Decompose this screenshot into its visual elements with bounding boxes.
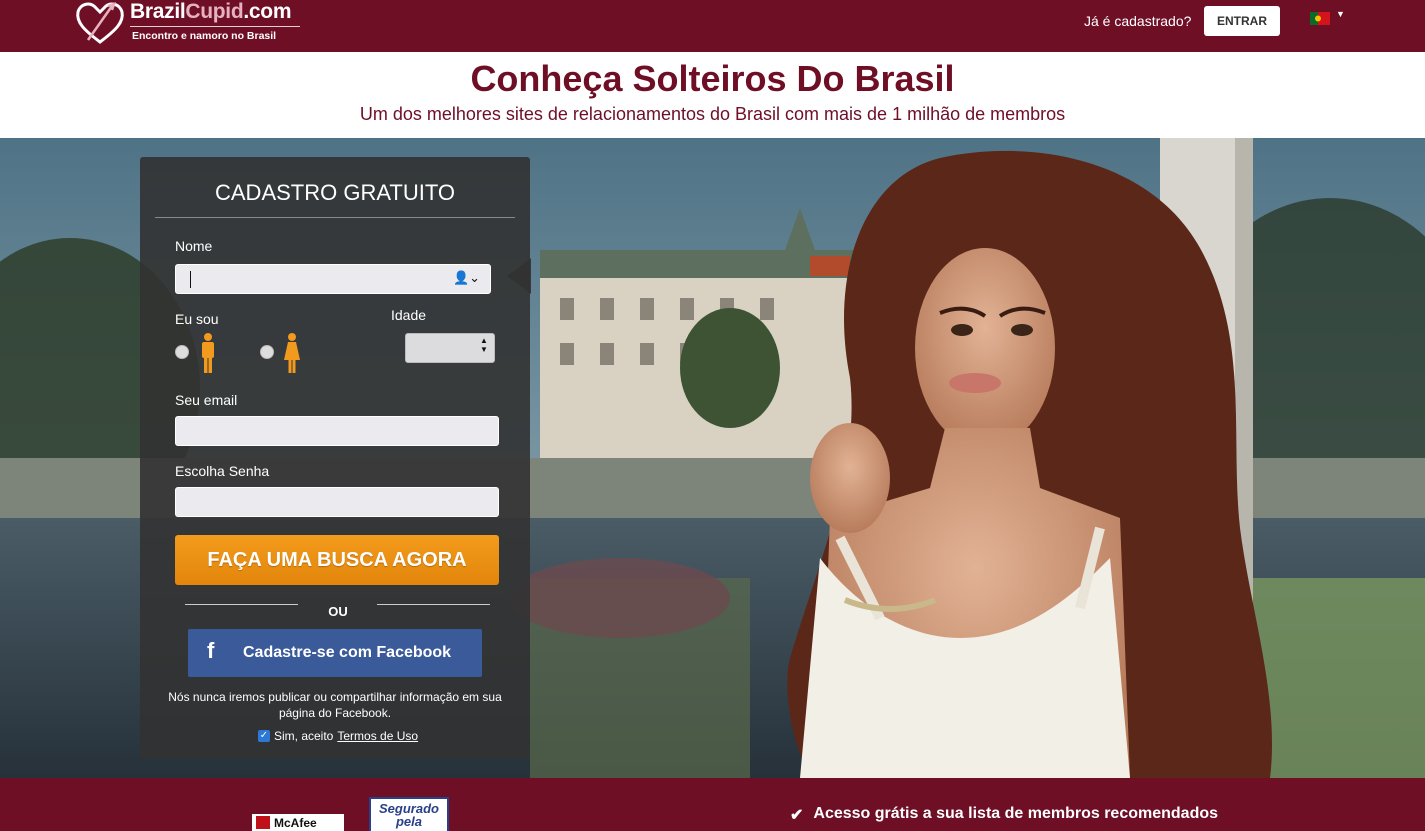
already-member-text: Já é cadastrado? — [1084, 13, 1192, 29]
facebook-signup-label[interactable]: Cadastre-se com Facebook — [243, 644, 451, 662]
gender-female-radio[interactable] — [260, 345, 274, 359]
logo-divider — [130, 26, 300, 27]
heart-logo-icon — [76, 2, 124, 44]
logo-tagline: Encontro e namoro no Brasil — [132, 30, 277, 42]
terms-link[interactable]: Termos de Uso — [337, 729, 418, 743]
facebook-privacy-notice: Nós nunca iremos publicar ou compartilha… — [168, 690, 502, 720]
login-button[interactable]: ENTRAR — [1204, 6, 1280, 36]
mcafee-label: McAfee — [274, 815, 317, 830]
select-arrows-icon: ▲ ▼ — [480, 336, 488, 354]
password-input[interactable] — [175, 487, 499, 517]
terms-prefix: Sim, aceito — [274, 729, 334, 743]
female-icon[interactable] — [284, 333, 300, 373]
site-logo[interactable]: BrazilCupid.com Encontro e namoro no Bra… — [74, 0, 304, 46]
or-divider-right — [377, 604, 490, 605]
or-label: OU — [328, 604, 348, 619]
page-subheadline: Um dos melhores sites de relacionamentos… — [359, 104, 1066, 124]
security-seal[interactable]: Segurado pela — [369, 797, 449, 831]
logo-wordmark: BrazilCupid.com — [130, 0, 292, 23]
checkmark-icon: ✔ — [790, 807, 804, 824]
search-now-button[interactable]: FAÇA UMA BUSCA AGORA — [175, 535, 499, 585]
name-label: Nome — [175, 238, 213, 254]
portugal-flag-icon[interactable] — [1310, 12, 1330, 25]
headline-band: Conheça Solteiros Do Brasil Um dos melho… — [0, 52, 1425, 138]
male-icon[interactable] — [200, 333, 216, 373]
email-input[interactable] — [175, 416, 499, 446]
name-input[interactable] — [175, 264, 491, 294]
signup-title-divider — [155, 217, 515, 218]
benefit-text: Acesso grátis a sua lista de membros rec… — [813, 805, 1219, 822]
seal-line-2: pela — [395, 814, 422, 829]
signup-title: CADASTRO GRATUITO — [215, 180, 455, 205]
terms-checkbox[interactable]: ✓ — [258, 730, 270, 742]
gender-label: Eu sou — [175, 311, 219, 327]
age-label: Idade — [391, 307, 427, 323]
language-dropdown-caret[interactable]: ▼ — [1336, 9, 1345, 19]
password-label: Escolha Senha — [175, 463, 270, 479]
gender-male-radio[interactable] — [175, 345, 189, 359]
page-headline: Conheça Solteiros Do Brasil — [470, 58, 955, 99]
mcafee-badge[interactable]: McAfee — [252, 814, 344, 831]
user-dropdown-icon[interactable]: 👤⌄ — [453, 270, 480, 286]
terms-row: ✓ Sim, aceito Termos de Uso — [258, 729, 418, 743]
mcafee-shield-icon — [256, 816, 270, 829]
email-label: Seu email — [175, 392, 238, 408]
or-divider-left — [185, 604, 298, 605]
panel-pointer — [507, 258, 531, 294]
facebook-icon[interactable]: f — [207, 638, 214, 664]
text-cursor — [190, 271, 191, 288]
benefit-item: ✔ Acesso grátis a sua lista de membros r… — [790, 805, 1218, 825]
